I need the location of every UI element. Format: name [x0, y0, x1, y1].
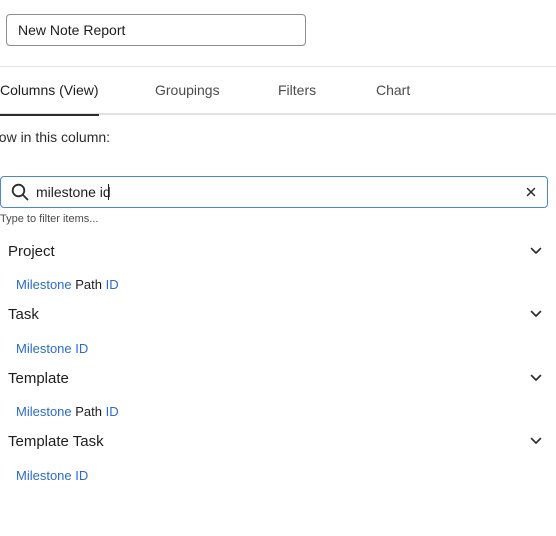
show-in-column-label: how in this column: — [0, 129, 111, 145]
chevron-down-icon[interactable] — [530, 374, 542, 382]
tab-columns-view[interactable]: Columns (View) — [0, 67, 99, 116]
group-task-header[interactable]: Task — [8, 304, 546, 326]
column-search-input[interactable] — [36, 177, 506, 207]
chevron-down-icon[interactable] — [530, 310, 542, 318]
group-template-header[interactable]: Template — [8, 368, 546, 390]
column-search-field[interactable] — [0, 176, 548, 208]
group-template-task-header[interactable]: Template Task — [8, 431, 546, 453]
match-text: Milestone ID — [16, 341, 89, 356]
report-tabs: Columns (View) Groupings Filters Chart — [0, 66, 556, 116]
group-label: Task — [8, 306, 39, 323]
close-icon[interactable] — [525, 186, 537, 198]
match-text: ID — [105, 277, 119, 292]
match-text: ID — [105, 404, 119, 419]
group-label: Template Task — [8, 433, 104, 450]
tab-chart[interactable]: Chart — [376, 67, 410, 114]
result-item-project-milestone-path-id[interactable]: Milestone Path ID — [16, 277, 119, 292]
group-project-header[interactable]: Project — [8, 241, 546, 263]
item-text: Path — [71, 404, 106, 419]
result-item-template-task-milestone-id[interactable]: Milestone ID — [16, 468, 88, 483]
group-label: Project — [8, 243, 55, 260]
result-item-template-milestone-path-id[interactable]: Milestone Path ID — [16, 404, 119, 419]
text-cursor — [108, 184, 109, 200]
chevron-down-icon[interactable] — [530, 437, 542, 445]
chevron-down-icon[interactable] — [530, 247, 542, 255]
match-text: Milestone — [16, 404, 72, 419]
result-item-task-milestone-id[interactable]: Milestone ID — [16, 341, 88, 356]
search-icon — [11, 183, 29, 201]
report-name-field[interactable] — [6, 14, 306, 46]
group-label: Template — [8, 370, 69, 387]
match-text: Milestone ID — [16, 468, 89, 483]
tab-filters[interactable]: Filters — [278, 67, 316, 114]
search-helper-text: Type to filter items... — [0, 213, 99, 225]
match-text: Milestone — [16, 277, 72, 292]
item-text: Path — [71, 277, 106, 292]
tab-groupings[interactable]: Groupings — [155, 67, 220, 114]
